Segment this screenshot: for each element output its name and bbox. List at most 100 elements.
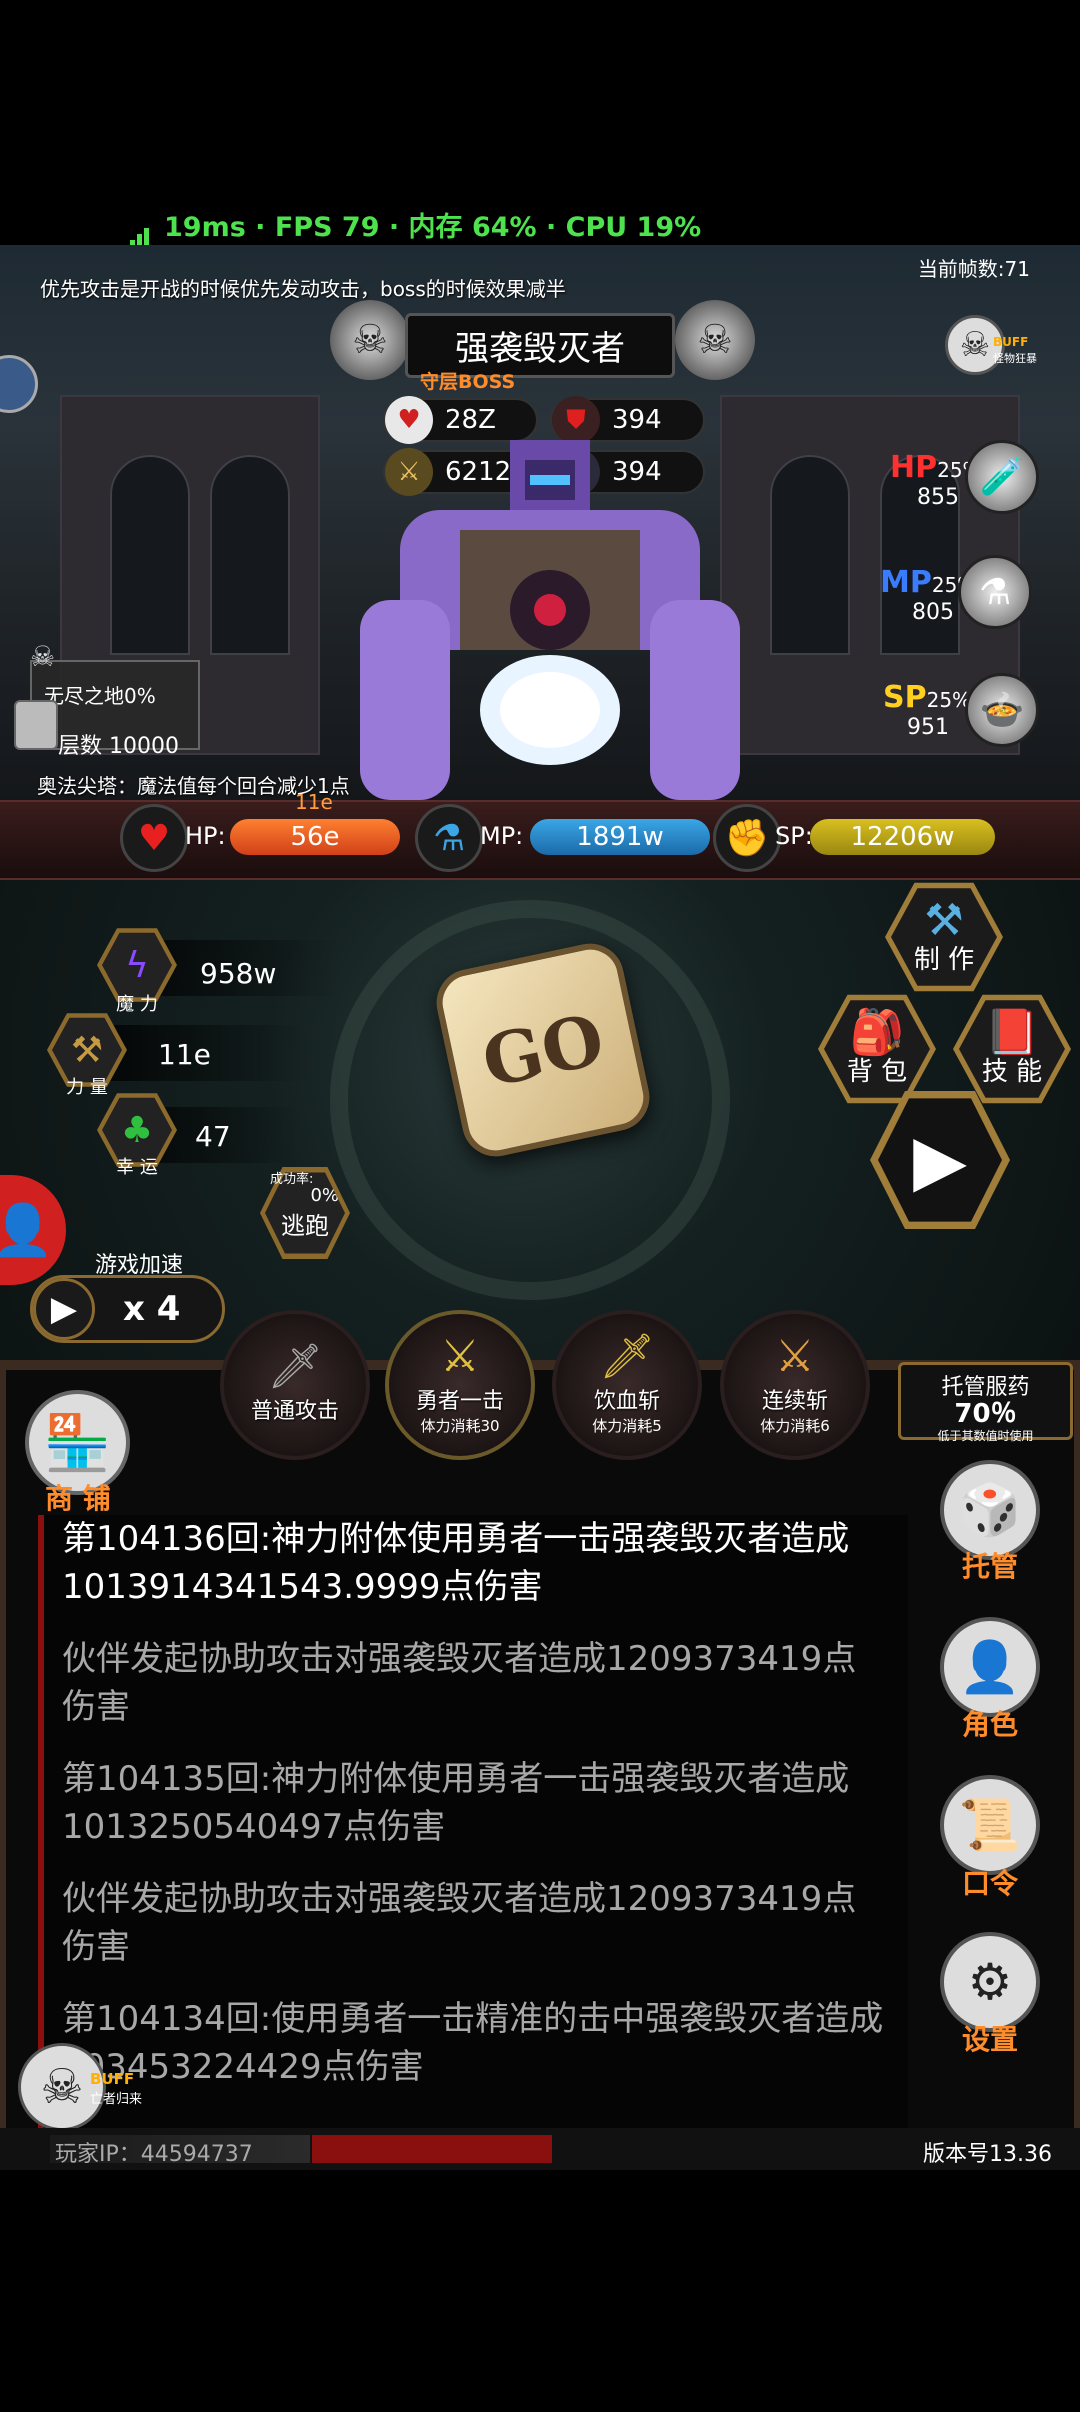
log-entry: 第104136回:神力附体使用勇者一击强袭毁灭者造成1013914341543.… bbox=[62, 1519, 850, 1607]
mp-potion-label: MP bbox=[880, 565, 932, 600]
hooded-figure-icon: 👤 bbox=[958, 1637, 1022, 1696]
bag-inner: 🎒 背 包 bbox=[824, 1000, 930, 1098]
skill-name: 普通攻击 bbox=[250, 1399, 339, 1424]
hp-value: 56e bbox=[290, 822, 340, 852]
buff-bottom-sub: 亡者归来 bbox=[90, 2092, 143, 2107]
escape-pct: 0% bbox=[310, 1185, 339, 1206]
log-entry: 第104135回:神力附体使用勇者一击强袭毁灭者造成1013250540497点… bbox=[62, 1759, 850, 1847]
shop-label: 商 铺 bbox=[45, 1482, 111, 1515]
auto-label: 托管 bbox=[961, 1550, 1018, 1583]
heart-icon: ♥ bbox=[385, 396, 433, 444]
speed-control[interactable]: ▶ x 4 bbox=[30, 1275, 225, 1343]
version-label: 版本号13.36 bbox=[923, 2142, 1052, 2167]
sp-label: SP: bbox=[775, 822, 813, 850]
hp-bar: 56e bbox=[230, 819, 400, 855]
skill-cost: 体力消耗30 bbox=[420, 1416, 500, 1435]
buff-bottom-label: BUFF bbox=[90, 2070, 135, 2088]
speed-value: x 4 bbox=[123, 1289, 181, 1329]
book-stack-icon bbox=[14, 700, 58, 750]
castle-window bbox=[210, 455, 290, 655]
auto-potion-setting[interactable]: 托管服药 70％ 低于其数值时使用 bbox=[898, 1362, 1073, 1443]
boss-sprite[interactable] bbox=[360, 440, 740, 830]
boss-tag: 守层BOSS bbox=[420, 371, 516, 393]
sp-food-icon[interactable]: 🍲 bbox=[965, 673, 1039, 747]
mp-label: MP: bbox=[480, 822, 524, 850]
performance-overlay: 19ms · FPS 79 · 内存 64% · CPU 19% bbox=[130, 205, 702, 248]
role-label: 角色 bbox=[961, 1708, 1018, 1741]
skill-cost: 体力消耗6 bbox=[760, 1416, 830, 1435]
sp-potion-value: 951 bbox=[907, 715, 949, 740]
skull-badge-right-icon: ☠ bbox=[675, 300, 755, 380]
dice-icon: 🎲 bbox=[958, 1480, 1022, 1539]
footer-red-strip bbox=[312, 2135, 552, 2163]
skill-hero-strike[interactable]: ⚔ 勇者一击 体力消耗30 bbox=[385, 1310, 535, 1460]
log-entry: 伙伴发起协助攻击对强袭毁灭者造成1209373419点伤害 bbox=[62, 1879, 857, 1967]
left-edge-orb[interactable] bbox=[0, 355, 38, 413]
mp-potion-icon[interactable]: ⚗ bbox=[958, 555, 1032, 629]
luck-attr-label: 幸 运 bbox=[116, 1157, 158, 1178]
floor-skull-icon: ☠ bbox=[30, 640, 56, 673]
performance-text: 19ms · FPS 79 · 内存 64% · CPU 19% bbox=[164, 212, 702, 243]
craft-inner: ⚒ 制 作 bbox=[891, 888, 997, 986]
castle-window bbox=[770, 455, 850, 655]
settings-button[interactable]: ⚙ bbox=[940, 1932, 1040, 2032]
backpack-icon: 🎒 bbox=[849, 1006, 905, 1058]
skill-combo-slash[interactable]: ⚔ 连续斩 体力消耗6 bbox=[720, 1310, 870, 1460]
floor-name: 无尽之地0% bbox=[44, 684, 156, 708]
sp-potion-group[interactable]: SP25% 951 bbox=[883, 680, 971, 740]
gear-icon: ⚙ bbox=[967, 1953, 1013, 2011]
double-sword-icon: ⚔ bbox=[775, 1330, 815, 1382]
blood-sword-icon: 🗡 bbox=[599, 1330, 655, 1382]
crossed-swords-icon: ⚔ bbox=[440, 1330, 480, 1382]
shield-icon: ⛊ bbox=[552, 396, 600, 444]
hp-potion-icon[interactable]: 🧪 bbox=[965, 440, 1039, 514]
buff-top-sub: 怪物狂暴 bbox=[993, 352, 1037, 365]
magic-attr-value: 958w bbox=[200, 957, 277, 990]
boss-hp-value: 28Z bbox=[445, 405, 496, 435]
hp-label: HP: bbox=[185, 822, 226, 850]
log-entry: 伙伴发起协助攻击对强袭毁灭者造成1209373419点伤害 bbox=[62, 1639, 857, 1727]
tip-text: 优先攻击是开战的时候优先发动攻击，boss的时候效果减半 bbox=[40, 277, 566, 301]
anvil-icon: ⚒ bbox=[924, 894, 964, 946]
boss-name: 强袭毁灭者 bbox=[455, 329, 625, 369]
skill-name: 连续斩 bbox=[761, 1388, 828, 1414]
settings-label: 设置 bbox=[961, 2023, 1018, 2056]
skill-name: 饮血斩 bbox=[593, 1388, 660, 1414]
role-button[interactable]: 👤 bbox=[940, 1617, 1040, 1717]
code-button[interactable]: 📜 bbox=[940, 1775, 1040, 1875]
go-dice-button[interactable]: GO bbox=[430, 937, 656, 1163]
speed-play-icon[interactable]: ▶ bbox=[33, 1278, 95, 1340]
log-entry: 第104134回:使用勇者一击精准的击中强袭毁灭者造成903453224429点… bbox=[62, 1999, 884, 2087]
code-label: 口令 bbox=[961, 1867, 1018, 1900]
auto-potion-note: 低于其数值时使用 bbox=[937, 1429, 1034, 1443]
skull-badge-left-icon: ☠ bbox=[330, 300, 410, 380]
escape-label: 逃跑 bbox=[281, 1212, 329, 1240]
floor-level: 层数 10000 bbox=[58, 734, 179, 759]
escape-success-label: 成功率: bbox=[270, 1172, 314, 1187]
hp-heart-icon: ♥ bbox=[120, 804, 188, 872]
battle-log[interactable]: 第104136回:神力附体使用勇者一击强袭毁灭者造成1013914341543.… bbox=[38, 1515, 908, 2155]
magic-attr-label: 魔 力 bbox=[116, 994, 158, 1015]
scroll-icon: 📜 bbox=[958, 1795, 1022, 1854]
skill-name: 勇者一击 bbox=[415, 1388, 504, 1414]
bag-label: 背 包 bbox=[846, 1056, 908, 1087]
auto-potion-title: 托管服药 bbox=[941, 1375, 1030, 1400]
sp-bar: 12206w bbox=[810, 819, 995, 855]
shop-icon: 🏪 bbox=[43, 1410, 112, 1474]
mp-bar: 1891w bbox=[530, 819, 710, 855]
skills-inner: 📕 技 能 bbox=[959, 1000, 1065, 1098]
boss-hp-stat: ♥ 28Z bbox=[383, 396, 538, 444]
boss-def-value: 394 bbox=[612, 405, 662, 435]
mp-potion-bar-icon: ⚗ bbox=[415, 804, 483, 872]
buff-top-label: BUFF bbox=[993, 335, 1029, 349]
skill-cost: 体力消耗5 bbox=[592, 1416, 662, 1435]
boss-def-stat: ⛊ 394 bbox=[550, 396, 705, 444]
craft-label: 制 作 bbox=[913, 944, 975, 975]
skill-blood-slash[interactable]: 🗡 饮血斩 体力消耗5 bbox=[552, 1310, 702, 1460]
spellbook-icon: 📕 bbox=[984, 1006, 1040, 1058]
auto-potion-pct: 70％ bbox=[954, 1399, 1017, 1429]
player-ip: 玩家IP：44594737 bbox=[55, 2142, 253, 2167]
strength-attr-value: 11e bbox=[158, 1038, 211, 1071]
go-label: GO bbox=[475, 996, 611, 1104]
skill-normal-attack[interactable]: 🗡 普通攻击 bbox=[220, 1310, 370, 1460]
